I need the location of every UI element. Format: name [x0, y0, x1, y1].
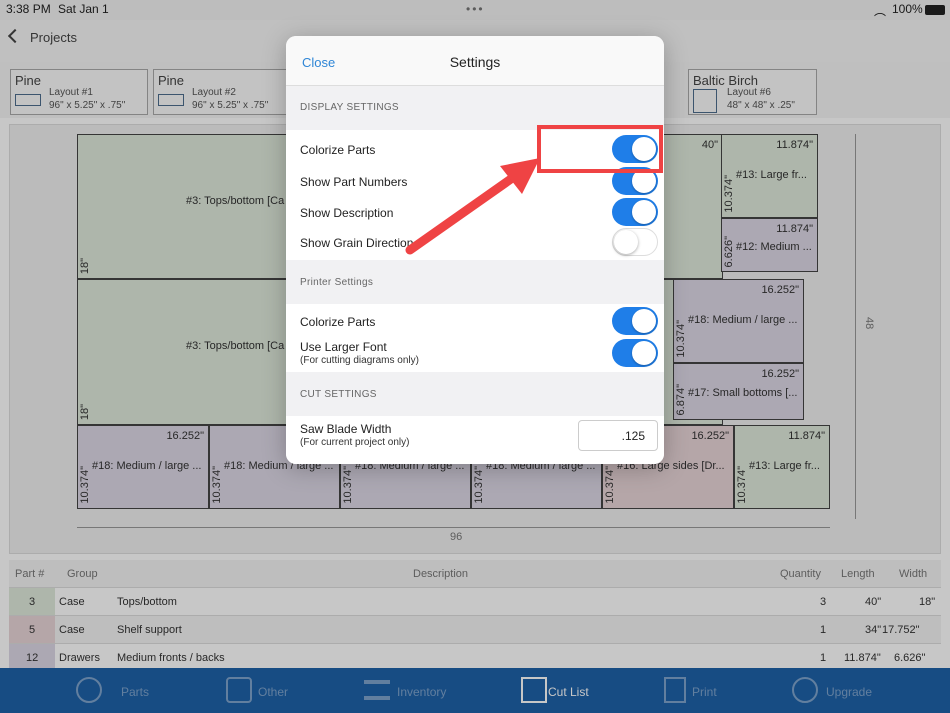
show-grain-direction-toggle[interactable]: [612, 228, 658, 256]
use-larger-font-toggle[interactable]: [612, 339, 658, 367]
toggle-knob: [632, 200, 656, 224]
modal-title: Settings: [449, 54, 501, 70]
printer-settings-header: Printer Settings: [300, 277, 374, 288]
annotation-highlight-box: [537, 125, 663, 173]
option-label: Show Part Numbers: [300, 175, 408, 189]
cut-settings-header: CUT SETTINGS: [300, 389, 377, 400]
annotation-arrow-icon: [405, 158, 540, 255]
option-label: Show Grain Direction: [300, 236, 414, 250]
toggle-knob: [632, 309, 656, 333]
saw-blade-width-input[interactable]: [578, 420, 658, 451]
option-label: Colorize Parts: [300, 315, 376, 329]
option-label: Colorize Parts: [300, 143, 376, 157]
show-description-toggle[interactable]: [612, 198, 658, 226]
print-colorize-parts-toggle[interactable]: [612, 307, 658, 335]
toggle-knob: [632, 341, 656, 365]
printer-settings-group: Colorize Parts Use Larger Font (For cutti…: [286, 304, 664, 372]
option-label: Use Larger Font (For cutting diagrams onl…: [300, 340, 419, 366]
option-label: Saw Blade Width (For current project only…: [300, 422, 410, 448]
option-label: Show Description: [300, 206, 394, 220]
toggle-knob: [614, 230, 638, 254]
modal-header: Close Settings: [286, 36, 664, 86]
display-settings-header: DISPLAY SETTINGS: [300, 102, 399, 113]
